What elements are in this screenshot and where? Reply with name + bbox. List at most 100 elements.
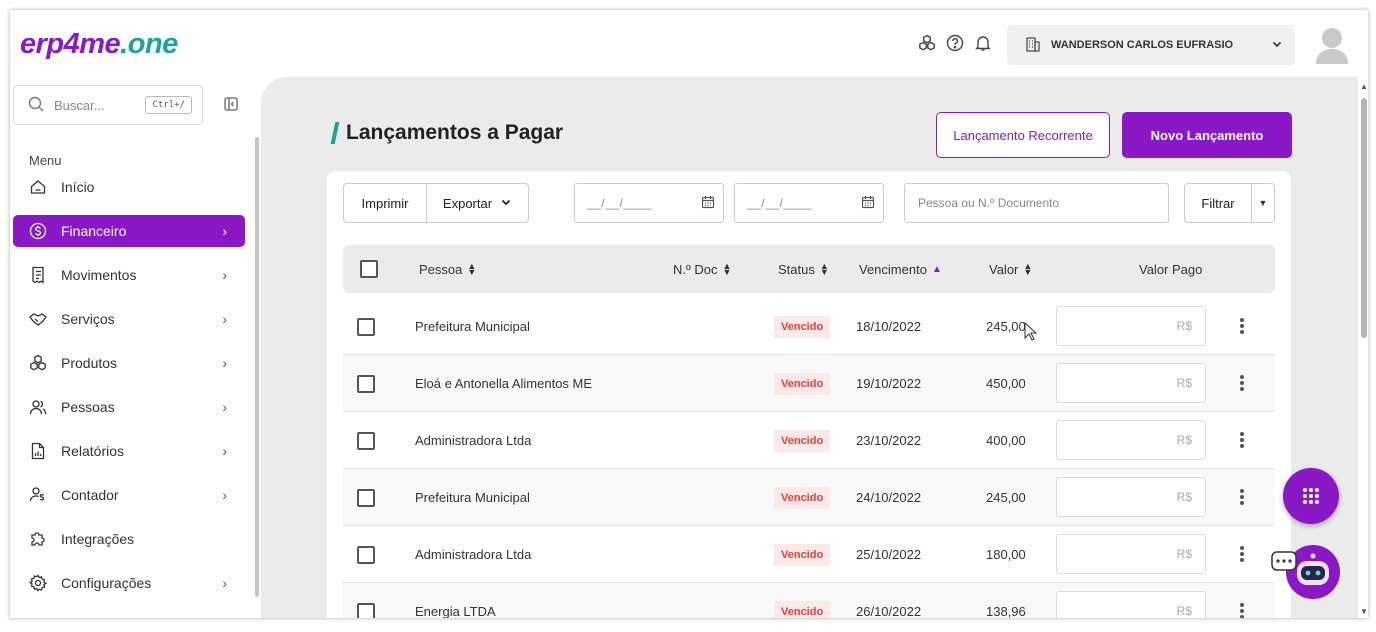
cell-vencimento: 25/10/2022: [856, 547, 922, 562]
row-actions-icon[interactable]: [1240, 603, 1244, 618]
sidebar-item-pessoas[interactable]: Pessoas ›: [13, 391, 245, 423]
row-checkbox[interactable]: [357, 412, 375, 469]
gear-icon: [29, 574, 47, 592]
apps-grid-button[interactable]: [1283, 468, 1339, 524]
cell-status: Vencido: [774, 355, 831, 412]
dollar-icon: [29, 222, 47, 240]
scrollbar-thumb[interactable]: [1361, 98, 1367, 338]
row-actions-icon[interactable]: [1240, 432, 1244, 448]
sidebar-item-contador[interactable]: Contador ›: [13, 479, 245, 511]
sidebar-scrollbar[interactable]: [255, 137, 259, 597]
column-header-status[interactable]: Status ▲ ▼: [778, 245, 829, 293]
sidebar-item-integracoes[interactable]: Integrações: [13, 523, 245, 555]
cell-vencimento: 19/10/2022: [856, 376, 922, 391]
company-selector[interactable]: WANDERSON CARLOS EUFRASIO: [1007, 25, 1295, 65]
table-row[interactable]: Administradora Ltda Vencido 23/10/2022 400,…: [343, 412, 1275, 469]
sidebar-item-inicio[interactable]: Início: [13, 171, 245, 203]
filter-button[interactable]: Filtrar: [1184, 183, 1252, 223]
select-all-checkbox[interactable]: [360, 245, 378, 293]
filter-dropdown-button[interactable]: ▼: [1252, 183, 1275, 223]
modules-icon[interactable]: [918, 34, 936, 52]
sidebar-item-relatorios[interactable]: Relatórios ›: [13, 435, 245, 467]
page-scrollbar[interactable]: ▲ ▼: [1360, 80, 1368, 618]
valor-pago-input[interactable]: R$: [1056, 363, 1206, 403]
scroll-up-icon[interactable]: ▲: [1360, 82, 1368, 91]
column-header-valor[interactable]: Valor ▲ ▼: [989, 245, 1032, 293]
cell-valor: 180,00: [986, 547, 1026, 562]
sort-icon: ▲ ▼: [722, 261, 732, 277]
cell-status: Vencido: [774, 412, 831, 469]
person-document-input[interactable]: Pessoa ou N.º Documento: [904, 183, 1169, 223]
sidebar-item-label: Contador: [61, 487, 119, 503]
mouse-cursor: [1024, 321, 1038, 347]
chevron-right-icon: ›: [222, 575, 227, 591]
sort-icon: ▲ ▼: [819, 261, 829, 277]
sidebar-item-produtos[interactable]: Produtos ›: [13, 347, 245, 379]
sidebar-item-servicos[interactable]: Serviços ›: [13, 303, 245, 335]
help-icon[interactable]: [946, 34, 964, 52]
table-row[interactable]: Prefeitura Municipal Vencido 24/10/2022 245…: [343, 469, 1275, 526]
date-end-field[interactable]: __/__/____: [734, 183, 884, 223]
column-header-valor-pago: Valor Pago: [1139, 245, 1202, 293]
search-box[interactable]: Buscar... Ctrl+/: [13, 85, 203, 125]
column-label: Valor Pago: [1139, 261, 1203, 277]
export-button[interactable]: Exportar: [427, 183, 529, 223]
table-header: Pessoa ▲ ▼ N.º Doc ▲ ▼ Status ▲ ▼ Venciment…: [343, 245, 1275, 293]
cell-pessoa: Prefeitura Municipal: [415, 490, 530, 505]
column-label: Status: [778, 261, 815, 277]
column-label: Valor: [989, 261, 1019, 277]
table-row[interactable]: Administradora Ltda Vencido 25/10/2022 180,…: [343, 526, 1275, 583]
valor-pago-input[interactable]: R$: [1056, 591, 1206, 618]
column-label: N.º Doc: [673, 261, 718, 277]
new-entry-button[interactable]: Novo Lançamento: [1122, 112, 1292, 158]
row-checkbox[interactable]: [357, 469, 375, 526]
row-checkbox[interactable]: [357, 355, 375, 412]
table-row[interactable]: Prefeitura Municipal Vencido 18/10/2022 245…: [343, 298, 1275, 355]
menu-title: Menu: [29, 153, 62, 168]
sidebar-collapse-icon[interactable]: [224, 97, 238, 116]
column-header-pessoa[interactable]: Pessoa ▲ ▼: [419, 245, 476, 293]
column-header-ndoc[interactable]: N.º Doc ▲ ▼: [673, 245, 731, 293]
user-avatar[interactable]: [1314, 24, 1350, 64]
export-label: Exportar: [442, 195, 493, 211]
sidebar-item-label: Início: [61, 179, 95, 195]
row-actions-icon[interactable]: [1240, 546, 1244, 562]
scroll-down-icon[interactable]: ▼: [1360, 607, 1368, 616]
row-actions-icon[interactable]: [1240, 318, 1244, 334]
cell-status: Vencido: [774, 298, 831, 355]
row-actions-icon[interactable]: [1240, 375, 1244, 391]
column-header-vencimento[interactable]: Vencimento ▲: [859, 245, 942, 293]
cell-vencimento: 18/10/2022: [856, 319, 922, 334]
table-row[interactable]: Eloá e Antonella Alimentos ME Vencido 19/1…: [343, 355, 1275, 412]
calendar-icon[interactable]: [701, 195, 715, 212]
row-checkbox[interactable]: [357, 298, 375, 355]
row-checkbox[interactable]: [357, 526, 375, 583]
sort-icon: ▲ ▼: [1023, 261, 1033, 277]
brand-logo[interactable]: erp4me.one: [20, 28, 178, 61]
valor-pago-input[interactable]: R$: [1056, 477, 1206, 517]
search-input[interactable]: Buscar...: [54, 98, 145, 113]
cell-status: Vencido: [774, 583, 831, 618]
calendar-icon[interactable]: [861, 195, 875, 212]
search-shortcut-hint: Ctrl+/: [145, 96, 192, 114]
chevron-right-icon: ›: [222, 223, 227, 239]
recurring-entry-button[interactable]: Lançamento Recorrente: [936, 112, 1110, 158]
valor-pago-input[interactable]: R$: [1056, 420, 1206, 460]
sidebar-item-configuracoes[interactable]: Configurações ›: [13, 567, 245, 599]
print-button[interactable]: Imprimir: [343, 183, 427, 223]
sidebar-item-movimentos[interactable]: Movimentos ›: [13, 259, 245, 291]
sidebar-item-financeiro[interactable]: Financeiro ›: [13, 215, 245, 247]
cell-pessoa: Energia LTDA: [415, 604, 496, 618]
date-start-field[interactable]: __/__/____: [574, 183, 724, 223]
table-row[interactable]: Energia LTDA Vencido 26/10/2022 138,96 R$: [343, 583, 1275, 618]
valor-pago-input[interactable]: R$: [1056, 534, 1206, 574]
cell-pessoa: Administradora Ltda: [415, 547, 532, 562]
title-accent-bar: [330, 122, 340, 144]
row-checkbox[interactable]: [357, 583, 375, 618]
valor-pago-input[interactable]: R$: [1056, 306, 1206, 346]
chatbot-button[interactable]: [1271, 544, 1341, 604]
boxes-icon: [29, 354, 47, 372]
status-badge: Vencido: [774, 315, 831, 338]
bell-icon[interactable]: [974, 34, 992, 52]
row-actions-icon[interactable]: [1240, 489, 1244, 505]
